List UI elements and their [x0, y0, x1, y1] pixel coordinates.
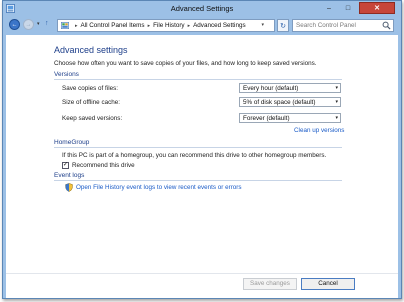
address-dropdown-icon[interactable]: ▾ — [261, 22, 264, 28]
breadcrumb-file-history[interactable]: File History — [153, 22, 185, 29]
recommend-drive-label[interactable]: Recommend this drive — [72, 162, 135, 169]
section-divider — [54, 147, 342, 148]
open-event-logs-link[interactable]: Open File History event logs to view rec… — [76, 184, 242, 191]
back-button[interactable]: ← — [9, 19, 20, 30]
section-heading-versions: Versions — [54, 71, 79, 78]
cancel-button[interactable]: Cancel — [301, 278, 355, 290]
breadcrumb-all-items[interactable]: All Control Panel Items — [81, 22, 145, 29]
navigation-bar: ← → ▾ ↑ ▸ All Control Panel Items ▸ File… — [3, 17, 401, 34]
section-divider — [54, 79, 342, 80]
save-copies-value: Every hour (default) — [243, 85, 299, 92]
breadcrumb-separator-icon: ▸ — [75, 22, 78, 29]
search-box — [292, 19, 394, 32]
offline-cache-label: Size of offline cache: — [62, 99, 120, 106]
address-bar[interactable]: ▸ All Control Panel Items ▸ File History… — [57, 19, 275, 32]
forward-button[interactable]: → — [23, 19, 34, 30]
recent-locations-chevron-icon[interactable]: ▾ — [37, 21, 40, 27]
footer-divider — [6, 273, 398, 274]
keep-versions-select[interactable]: Forever (default) ▾ — [239, 113, 341, 123]
recommend-drive-row: ✓ Recommend this drive — [62, 162, 135, 169]
minimize-button[interactable]: – — [320, 2, 338, 14]
clean-up-versions-link[interactable]: Clean up versions — [294, 127, 344, 134]
maximize-button[interactable]: □ — [339, 2, 357, 14]
shield-icon — [65, 183, 73, 192]
recommend-drive-checkbox[interactable]: ✓ — [62, 162, 69, 169]
offline-cache-select[interactable]: 5% of disk space (default) ▾ — [239, 97, 341, 107]
close-button[interactable]: ✕ — [359, 2, 395, 14]
window: Advanced Settings – □ ✕ ← → ▾ ↑ ▸ All Co… — [2, 0, 402, 299]
breadcrumb-separator-icon: ▸ — [147, 22, 151, 29]
keep-versions-value: Forever (default) — [243, 115, 290, 122]
offline-cache-value: 5% of disk space (default) — [243, 99, 316, 106]
settings-panel: Advanced settings Choose how often you w… — [6, 35, 398, 298]
section-heading-homegroup: HomeGroup — [54, 139, 90, 146]
control-panel-icon — [61, 22, 69, 29]
keep-versions-label: Keep saved versions: — [62, 115, 123, 122]
section-divider — [54, 180, 342, 181]
save-changes-button[interactable]: Save changes — [243, 278, 297, 290]
title-bar[interactable]: Advanced Settings – □ ✕ — [3, 1, 401, 17]
save-copies-select[interactable]: Every hour (default) ▾ — [239, 83, 341, 93]
refresh-button[interactable]: ↻ — [277, 19, 289, 32]
chevron-down-icon: ▾ — [335, 99, 338, 105]
breadcrumb-advanced-settings[interactable]: Advanced Settings — [193, 22, 246, 29]
search-icon[interactable] — [382, 21, 391, 30]
section-heading-event-logs: Event logs — [54, 172, 85, 179]
search-input[interactable] — [293, 20, 381, 31]
save-copies-label: Save copies of files: — [62, 85, 119, 92]
breadcrumb-separator-icon: ▸ — [187, 22, 191, 29]
chevron-down-icon: ▾ — [335, 115, 338, 121]
page-title: Advanced settings — [54, 45, 128, 55]
chevron-down-icon: ▾ — [335, 85, 338, 91]
page-description: Choose how often you want to save copies… — [54, 60, 317, 67]
up-arrow-icon[interactable]: ↑ — [45, 20, 49, 27]
homegroup-description: If this PC is part of a homegroup, you c… — [62, 152, 327, 159]
